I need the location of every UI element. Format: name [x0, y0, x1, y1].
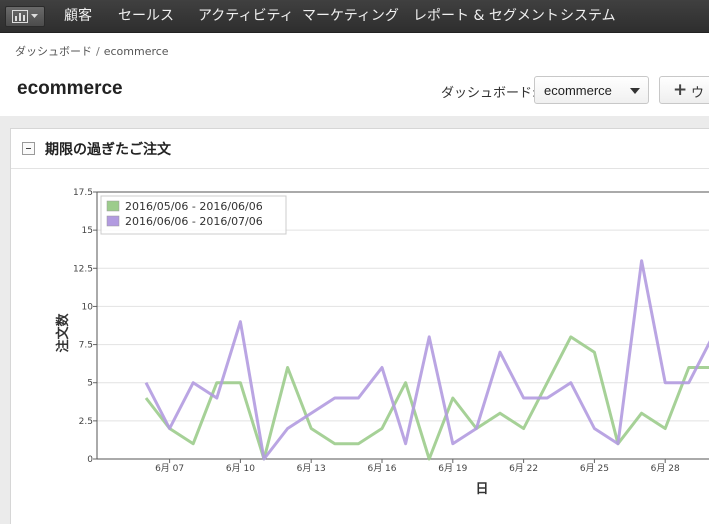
y-tick-label: 12.5: [73, 264, 93, 274]
y-tick-label: 2.5: [79, 417, 93, 427]
y-tick-label: 17.5: [73, 188, 93, 198]
y-tick-label: 15: [82, 226, 93, 236]
x-tick-label: 6月 13: [297, 463, 326, 474]
y-tick-label: 0: [87, 455, 93, 465]
y-tick-label: 10: [82, 302, 94, 312]
series-line-2: [144, 259, 709, 461]
legend-swatch: [106, 200, 120, 212]
x-tick-label: 6月 22: [509, 463, 538, 474]
y-tick-label: 5: [87, 379, 93, 389]
x-tick-label: 6月 07: [155, 463, 184, 474]
x-tick-label: 6月 28: [651, 463, 680, 474]
overdue-orders-chart: 0 2.5 5 7.5 10 12.5 15 17.5 6月 07 6月 10 6月 13 6月 16…: [55, 188, 709, 497]
x-tick-label: 6月 10: [226, 463, 255, 474]
legend-label: 2016/06/06 - 2016/07/06: [125, 215, 263, 228]
x-tick-label: 6月 16: [367, 463, 396, 474]
legend-label: 2016/05/06 - 2016/06/06: [125, 200, 263, 213]
y-axis-title: 注文数: [55, 313, 71, 353]
legend-swatch: [106, 215, 120, 227]
x-axis-title: 日: [475, 482, 488, 497]
y-tick-label: 7.5: [79, 341, 93, 351]
x-tick-label: 6月 19: [438, 463, 467, 474]
x-tick-label: 6月 25: [580, 463, 609, 474]
